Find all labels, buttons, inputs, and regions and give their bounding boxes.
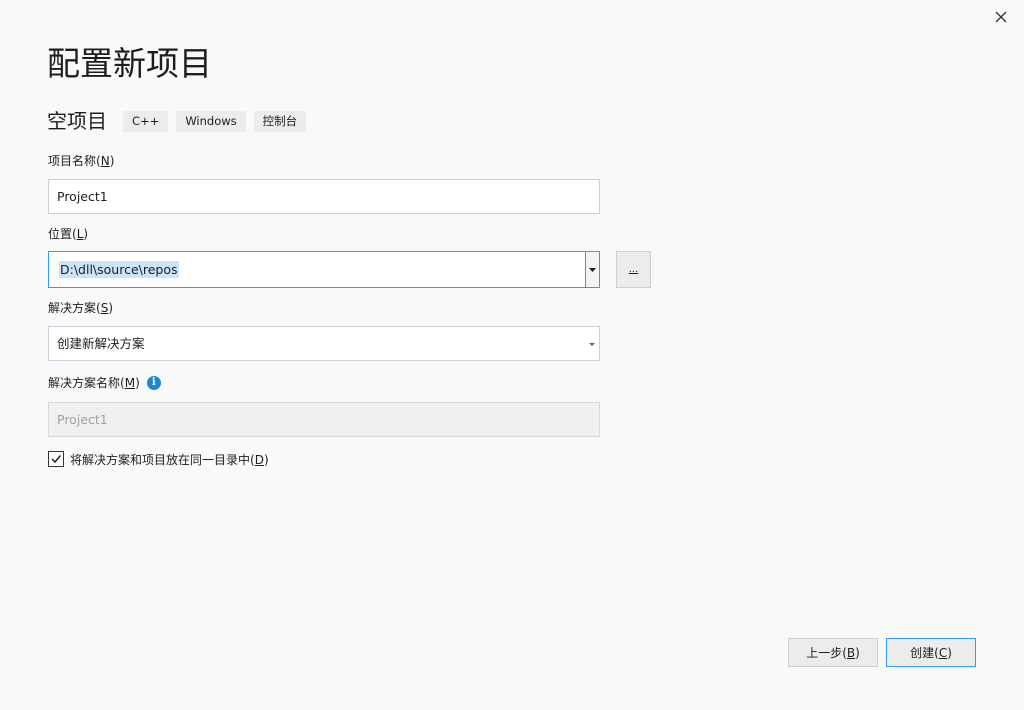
create-button[interactable]: 创建(C) [886, 638, 976, 667]
configure-new-project-dialog: 配置新项目 空项目 C++ Windows 控制台 项目名称(N) 位置(L) … [0, 0, 1024, 710]
location-label: 位置(L) [48, 227, 89, 241]
project-name-input[interactable] [48, 179, 600, 214]
solution-selected-value: 创建新解决方案 [57, 336, 145, 351]
solution-name-input [48, 402, 600, 437]
template-summary: 空项目 C++ Windows 控制台 [47, 106, 307, 136]
template-name: 空项目 [47, 109, 107, 133]
project-name-label: 项目名称(N) [48, 154, 115, 168]
chevron-down-icon [589, 267, 596, 272]
location-input[interactable]: D:\dll\source\repos [59, 261, 179, 278]
solution-label: 解决方案(S) [48, 301, 114, 315]
tag-platform: Windows [176, 110, 246, 132]
page-title: 配置新项目 [47, 44, 212, 83]
same-directory-label: 将解决方案和项目放在同一目录中(D) [70, 453, 269, 467]
location-dropdown-button[interactable] [585, 252, 599, 287]
location-combobox[interactable]: D:\dll\source\repos [48, 251, 600, 288]
info-icon[interactable]: i [146, 376, 161, 390]
close-button[interactable] [988, 4, 1014, 30]
same-directory-checkbox-row[interactable]: 将解决方案和项目放在同一目录中(D) [48, 449, 269, 469]
solution-select[interactable]: 创建新解决方案 [48, 326, 600, 361]
back-button[interactable]: 上一步(B) [788, 638, 878, 667]
template-tags: C++ Windows 控制台 [123, 110, 307, 132]
close-icon [995, 11, 1007, 23]
checkmark-icon [51, 455, 62, 464]
chevron-down-icon [588, 340, 596, 348]
solution-name-label: 解决方案名称(M) [48, 376, 140, 390]
tag-language: C++ [123, 110, 169, 132]
solution-name-label-row: 解决方案名称(M) i [48, 375, 161, 391]
same-directory-checkbox[interactable] [48, 451, 64, 467]
browse-button[interactable]: ... [616, 251, 651, 288]
tag-project-type: 控制台 [253, 110, 307, 132]
